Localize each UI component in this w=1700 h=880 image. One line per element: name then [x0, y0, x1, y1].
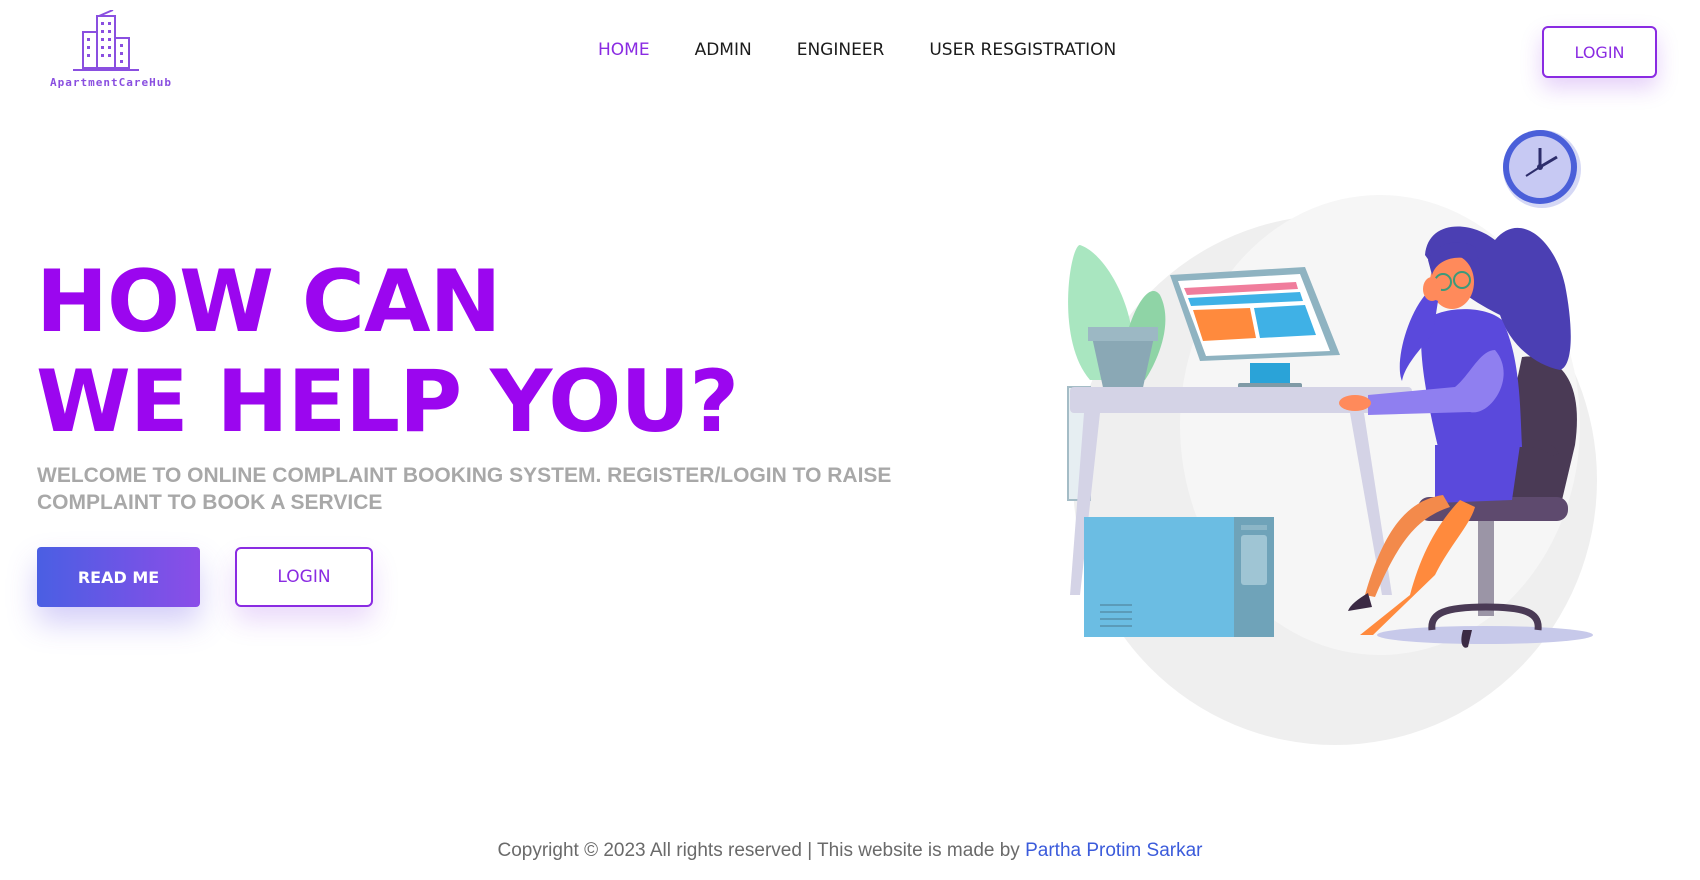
plant-icon [1068, 245, 1166, 392]
brand-name: ApartmentCareHub [50, 76, 172, 89]
computer-case-icon [1084, 517, 1274, 637]
nav-admin[interactable]: ADMIN [695, 40, 752, 60]
site-footer: Copyright © 2023 All rights reserved | T… [0, 840, 1700, 862]
nav-home[interactable]: HOME [598, 40, 650, 60]
nav-engineer[interactable]: ENGINEER [797, 40, 885, 60]
read-me-button[interactable]: READ ME [37, 547, 200, 607]
author-link[interactable]: Partha Protim Sarkar [1025, 840, 1202, 861]
hero-subtitle: WELCOME TO ONLINE COMPLAINT BOOKING SYST… [37, 464, 892, 514]
building-icon [73, 10, 139, 71]
landing-page: ApartmentCareHub HOME ADMIN ENGINEER USE… [0, 0, 1700, 880]
hero-title-line-2: WE HELP YOU? [36, 352, 739, 452]
hero-login-button[interactable]: LOGIN [235, 547, 373, 607]
header-login-button[interactable]: LOGIN [1542, 26, 1657, 78]
main-nav: HOME ADMIN ENGINEER USER RESGISTRATION [598, 40, 1116, 60]
hero-title-line-1: HOW CAN [36, 252, 502, 352]
nav-user-registration[interactable]: USER RESGISTRATION [929, 40, 1116, 60]
site-header: ApartmentCareHub HOME ADMIN ENGINEER USE… [0, 0, 1700, 110]
copyright-text: Copyright © 2023 All rights reserved | T… [497, 840, 1026, 861]
brand-logo[interactable]: ApartmentCareHub [36, 10, 186, 92]
woman-at-desk-illustration [1050, 125, 1610, 745]
hero-title: HOW CAN WE HELP YOU? [36, 252, 739, 452]
clock-icon [1503, 130, 1581, 208]
